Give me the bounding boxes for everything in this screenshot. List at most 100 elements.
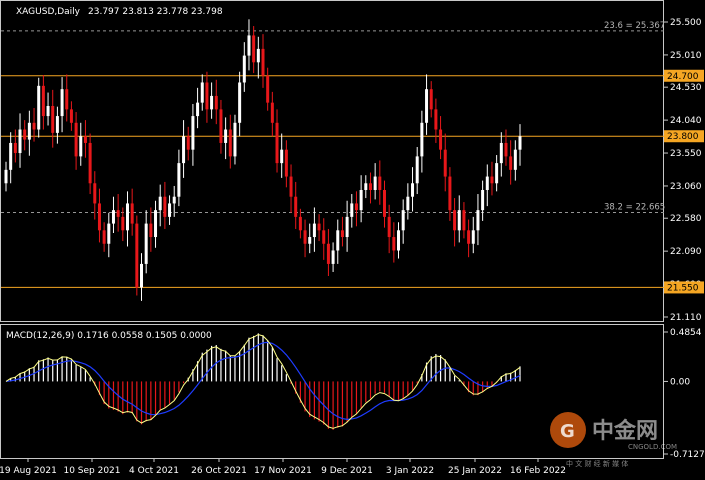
candle-body xyxy=(88,142,92,184)
candle-body xyxy=(443,149,447,177)
watermark-site: CNGOLD.COM xyxy=(628,443,677,451)
candle-body xyxy=(266,75,270,103)
candle-body xyxy=(481,189,485,211)
candle-body xyxy=(168,203,172,217)
candle-body xyxy=(74,122,78,157)
date-tick-label: 17 Nov 2021 xyxy=(254,466,312,476)
candle-body xyxy=(425,89,429,123)
fib-label: 38.2 = 22.665 xyxy=(604,203,665,213)
candle-body xyxy=(191,116,195,150)
fib-label: 23.6 = 25.367 xyxy=(604,21,665,31)
candle-body xyxy=(111,210,115,224)
candle-body xyxy=(65,89,69,110)
candle-body xyxy=(382,189,386,217)
price-tick-label: 23.060 xyxy=(670,182,702,192)
candle-body xyxy=(214,95,218,110)
candle-body xyxy=(23,129,27,140)
candle-body xyxy=(336,230,340,251)
candle-body xyxy=(18,129,22,154)
candle-body xyxy=(448,176,452,211)
candle-body xyxy=(41,85,45,117)
candle-body xyxy=(140,263,144,288)
candle-body xyxy=(210,95,214,110)
candle-body xyxy=(219,109,223,143)
level-tag-label: 24.700 xyxy=(667,72,699,82)
macd-tick-label: -0.7127 xyxy=(670,450,705,460)
price-chart[interactable]: XAGUSD,Daily 23.797 23.813 23.778 23.798… xyxy=(0,0,705,480)
candle-body xyxy=(317,223,321,231)
candle-body xyxy=(55,116,59,133)
candle-body xyxy=(373,176,377,190)
candle-body xyxy=(256,48,260,63)
candle-body xyxy=(411,183,415,197)
candle-body xyxy=(238,82,242,123)
date-tick-label: 26 Oct 2021 xyxy=(191,466,247,476)
candle-body xyxy=(107,223,111,244)
candle-body xyxy=(144,223,148,264)
price-tick-label: 23.550 xyxy=(670,149,702,159)
candle-body xyxy=(158,196,162,211)
candle-body xyxy=(60,89,64,117)
watermark: G 中金网 CNGOLD.COM 中 文 财 经 新 媒 体 xyxy=(550,412,677,468)
candle-body xyxy=(51,105,55,133)
candle-body xyxy=(509,156,513,170)
candle-body xyxy=(252,35,256,63)
candle-body xyxy=(37,85,41,130)
candle-body xyxy=(69,109,73,123)
candle-body xyxy=(200,82,204,103)
candle-body xyxy=(471,230,475,244)
macd-histogram xyxy=(10,333,521,430)
candle-body xyxy=(312,223,316,238)
horizontal-levels: 24.700 23.800 21.550 xyxy=(1,69,704,294)
candle-body xyxy=(270,102,274,123)
candle-body xyxy=(495,163,499,184)
candle-body xyxy=(289,176,293,197)
macd-axis: 0.4854 0.00 -0.7127 xyxy=(664,328,705,460)
candle-body xyxy=(261,48,265,76)
candle-body xyxy=(359,189,363,211)
candle-body xyxy=(308,237,312,244)
candle-body xyxy=(364,183,368,190)
price-axis: 25.500 25.010 24.530 24.040 23.550 23.060 22.5… xyxy=(664,18,702,323)
candle-body xyxy=(4,169,8,184)
candle-body xyxy=(228,129,232,157)
candle-body xyxy=(177,163,181,197)
candle-body xyxy=(303,230,307,244)
level-tag-label: 21.550 xyxy=(667,283,699,293)
candle-body xyxy=(392,237,396,251)
candle-body xyxy=(13,142,17,154)
candle-body xyxy=(387,216,391,238)
candle-body xyxy=(9,142,13,170)
candle-body xyxy=(467,230,471,244)
candle-body xyxy=(298,216,302,231)
date-tick-label: 3 Jan 2022 xyxy=(386,466,434,476)
price-tick-label: 24.530 xyxy=(670,83,702,93)
candle-body xyxy=(345,216,349,238)
candle-body xyxy=(205,82,209,110)
price-tick-label: 21.110 xyxy=(670,313,702,323)
candle-body xyxy=(83,136,87,143)
candle-body xyxy=(462,210,466,231)
candle-body xyxy=(415,156,419,184)
candle-body xyxy=(401,210,405,231)
candle-body xyxy=(125,203,129,231)
macd-tick-label: 0.4854 xyxy=(670,328,702,338)
candle-body xyxy=(354,203,358,211)
candle-body xyxy=(439,129,443,150)
candle-body xyxy=(284,149,288,177)
date-tick-label: 25 Jan 2022 xyxy=(448,466,502,476)
macd-tick-label: 0.00 xyxy=(670,377,690,387)
candle-body xyxy=(163,196,167,217)
date-tick-label: 9 Dec 2021 xyxy=(321,466,373,476)
candle-body xyxy=(116,210,120,217)
candle-body xyxy=(247,35,251,56)
candle-body xyxy=(326,243,330,264)
candle-body xyxy=(121,216,125,231)
candle-body xyxy=(97,203,101,231)
price-tick-label: 22.580 xyxy=(670,214,702,224)
candle-body xyxy=(429,89,433,110)
candle-body xyxy=(149,223,153,238)
ohlc-readout: 23.797 23.813 23.778 23.798 xyxy=(88,7,223,17)
candle-body xyxy=(27,122,31,140)
date-axis: 19 Aug 2021 10 Sep 2021 4 Oct 2021 26 Oct 2… xyxy=(0,458,566,476)
